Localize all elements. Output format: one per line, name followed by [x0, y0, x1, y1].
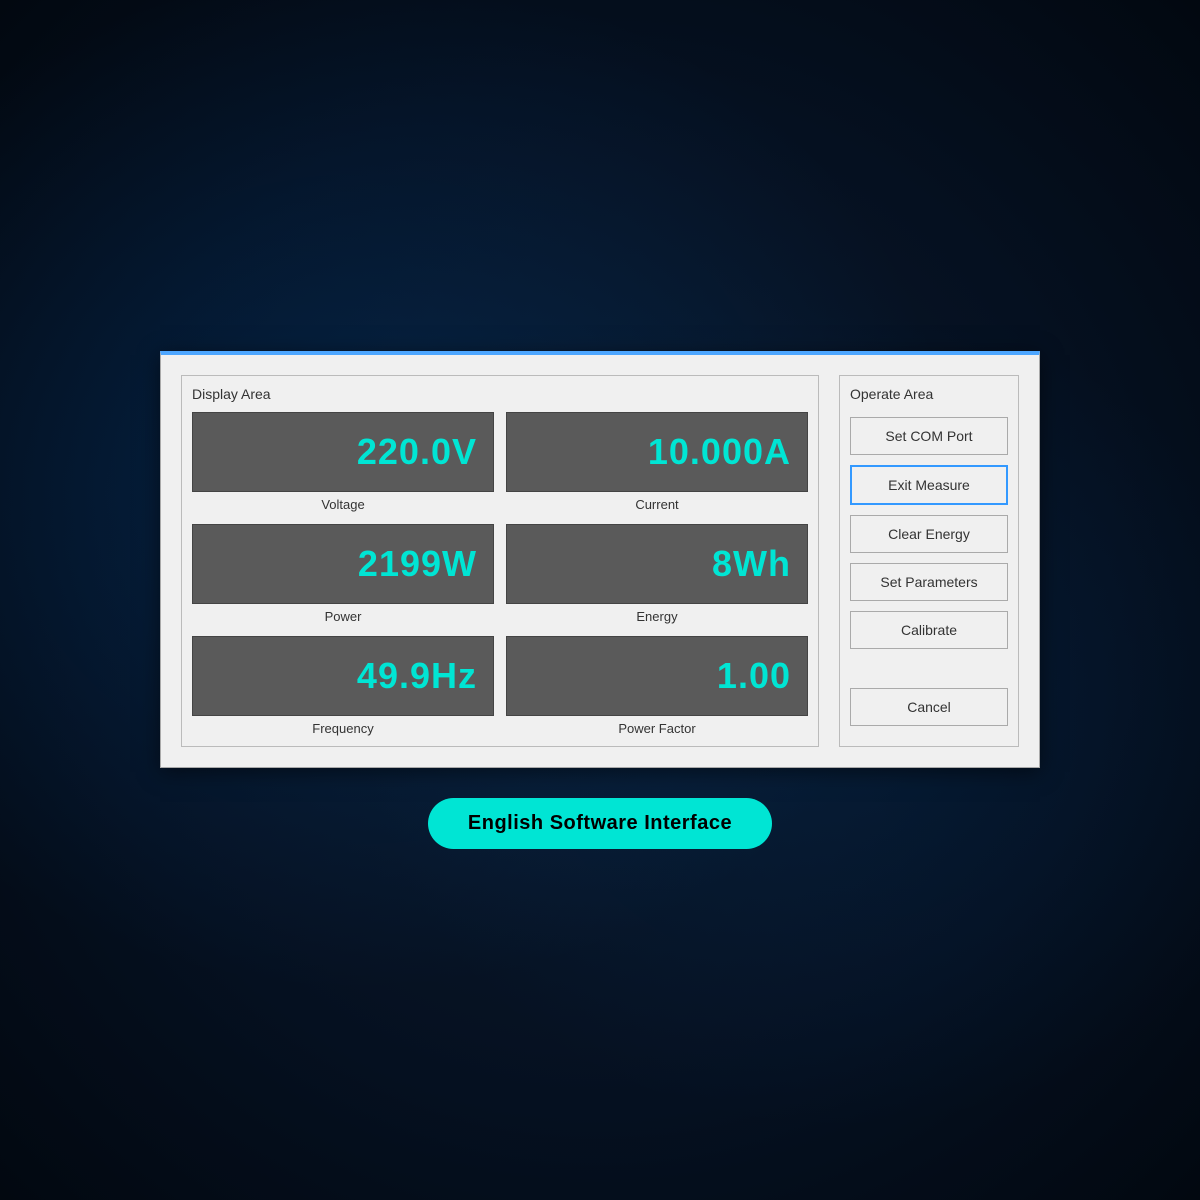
- badge-container: English Software Interface: [428, 798, 772, 849]
- metric-label-current: Current: [635, 497, 678, 512]
- metric-cell-current: 10.000A Current: [506, 412, 808, 512]
- metric-display-energy: 8Wh: [506, 524, 808, 604]
- display-area-title: Display Area: [192, 386, 808, 402]
- operate-area-title: Operate Area: [850, 386, 1008, 402]
- metric-label-power-factor: Power Factor: [618, 721, 695, 736]
- calibrate-button[interactable]: Calibrate: [850, 611, 1008, 649]
- metric-value-energy: 8Wh: [712, 543, 791, 585]
- metric-cell-power-factor: 1.00 Power Factor: [506, 636, 808, 736]
- metric-value-power-factor: 1.00: [717, 655, 791, 697]
- metric-display-current: 10.000A: [506, 412, 808, 492]
- metrics-grid: 220.0V Voltage 10.000A Current 2199W: [192, 412, 808, 736]
- metric-value-voltage: 220.0V: [357, 431, 477, 473]
- metric-display-power: 2199W: [192, 524, 494, 604]
- window-content: Display Area 220.0V Voltage 10.000A Curr…: [161, 355, 1039, 767]
- metric-label-voltage: Voltage: [321, 497, 364, 512]
- metric-value-power: 2199W: [358, 543, 477, 585]
- cancel-button[interactable]: Cancel: [850, 688, 1008, 726]
- metric-cell-power: 2199W Power: [192, 524, 494, 624]
- clear-energy-button[interactable]: Clear Energy: [850, 515, 1008, 553]
- metric-display-power-factor: 1.00: [506, 636, 808, 716]
- metric-display-frequency: 49.9Hz: [192, 636, 494, 716]
- metric-cell-voltage: 220.0V Voltage: [192, 412, 494, 512]
- metric-value-current: 10.000A: [648, 431, 791, 473]
- metric-value-frequency: 49.9Hz: [357, 655, 477, 697]
- set-com-port-button[interactable]: Set COM Port: [850, 417, 1008, 455]
- operate-area: Operate Area Set COM Port Exit Measure C…: [839, 375, 1019, 747]
- metric-label-power: Power: [325, 609, 362, 624]
- metric-cell-energy: 8Wh Energy: [506, 524, 808, 624]
- display-area: Display Area 220.0V Voltage 10.000A Curr…: [181, 375, 819, 747]
- exit-measure-button[interactable]: Exit Measure: [850, 465, 1008, 505]
- button-spacer: [850, 659, 1008, 688]
- app-window: Display Area 220.0V Voltage 10.000A Curr…: [160, 351, 1040, 768]
- metric-cell-frequency: 49.9Hz Frequency: [192, 636, 494, 736]
- software-badge: English Software Interface: [428, 798, 772, 849]
- metric-label-frequency: Frequency: [312, 721, 373, 736]
- metric-display-voltage: 220.0V: [192, 412, 494, 492]
- set-parameters-button[interactable]: Set Parameters: [850, 563, 1008, 601]
- main-container: Display Area 220.0V Voltage 10.000A Curr…: [160, 351, 1040, 849]
- metric-label-energy: Energy: [636, 609, 677, 624]
